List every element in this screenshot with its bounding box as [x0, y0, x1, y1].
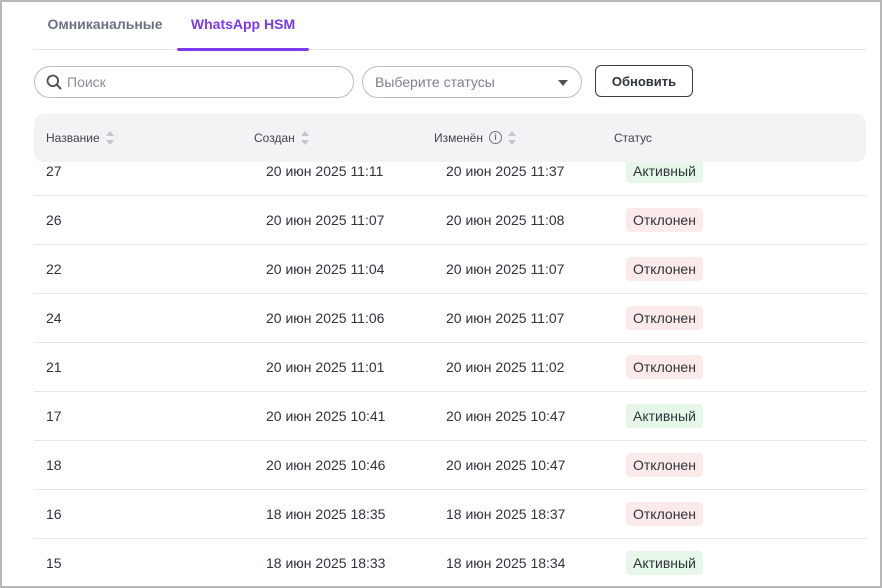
tab-whatsapp-hsm[interactable]: WhatsApp HSM [177, 2, 309, 51]
cell-name: 22 [46, 261, 62, 277]
cell-name: 27 [46, 163, 62, 179]
cell-name: 24 [46, 310, 62, 326]
search-input[interactable] [67, 71, 347, 93]
column-header-status: Статус [614, 131, 652, 145]
table-row[interactable]: 17 20 июн 2025 10:41 20 июн 2025 10:47 А… [34, 392, 866, 441]
table-row[interactable]: 24 20 июн 2025 11:06 20 июн 2025 11:07 О… [34, 294, 866, 343]
cell-modified: 20 июн 2025 10:47 [446, 408, 566, 424]
search-icon [46, 74, 62, 90]
status-select[interactable]: Выберите статусы [362, 66, 582, 98]
sort-icon[interactable] [300, 130, 309, 145]
cell-modified: 18 июн 2025 18:37 [446, 506, 566, 522]
status-badge: Отклонен [626, 355, 703, 379]
cell-created: 20 июн 2025 10:41 [266, 408, 386, 424]
cell-name: 15 [46, 555, 62, 571]
app-window: Омниканальные WhatsApp HSM Выберите стат… [0, 0, 882, 588]
column-header-label: Создан [254, 131, 295, 145]
cell-created: 20 июн 2025 10:46 [266, 457, 386, 473]
cell-modified: 20 июн 2025 10:47 [446, 457, 566, 473]
status-badge: Отклонен [626, 453, 703, 477]
cell-created: 18 июн 2025 18:35 [266, 506, 386, 522]
cell-modified: 20 июн 2025 11:02 [446, 359, 565, 375]
cell-name: 26 [46, 212, 62, 228]
cell-modified: 18 июн 2025 18:34 [446, 555, 566, 571]
status-select-placeholder: Выберите статусы [375, 74, 495, 90]
cell-modified: 20 июн 2025 11:37 [446, 163, 565, 179]
cell-created: 20 июн 2025 11:01 [266, 359, 385, 375]
table-row[interactable]: 18 20 июн 2025 10:46 20 июн 2025 10:47 О… [34, 441, 866, 490]
table-body: 27 20 июн 2025 11:11 20 июн 2025 11:37 А… [34, 147, 866, 586]
status-badge: Отклонен [626, 306, 703, 330]
status-badge: Отклонен [626, 208, 703, 232]
tab-omnichannel[interactable]: Омниканальные [34, 2, 176, 50]
info-icon[interactable]: i [488, 131, 502, 145]
status-badge: Активный [626, 404, 703, 428]
tab-bar: Омниканальные WhatsApp HSM [34, 2, 866, 51]
cell-created: 20 июн 2025 11:11 [266, 163, 384, 179]
table-header: Название Создан Изменён i Статус [34, 114, 866, 162]
cell-created: 20 июн 2025 11:07 [266, 212, 385, 228]
status-badge: Активный [626, 551, 703, 575]
cell-created: 18 июн 2025 18:33 [266, 555, 386, 571]
sort-icon[interactable] [507, 130, 516, 145]
table-row[interactable]: 16 18 июн 2025 18:35 18 июн 2025 18:37 О… [34, 490, 866, 539]
cell-name: 18 [46, 457, 62, 473]
sort-icon[interactable] [105, 130, 114, 145]
column-header-label: Статус [614, 131, 652, 145]
column-header-name[interactable]: Название [46, 130, 114, 146]
status-badge: Отклонен [626, 257, 703, 281]
cell-modified: 20 июн 2025 11:07 [446, 261, 565, 277]
status-badge: Отклонен [626, 502, 703, 526]
table-row[interactable]: 26 20 июн 2025 11:07 20 июн 2025 11:08 О… [34, 196, 866, 245]
cell-name: 17 [46, 408, 62, 424]
search-box[interactable] [34, 66, 354, 98]
cell-modified: 20 июн 2025 11:08 [446, 212, 565, 228]
table-row[interactable]: 21 20 июн 2025 11:01 20 июн 2025 11:02 О… [34, 343, 866, 392]
refresh-button[interactable]: Обновить [595, 65, 693, 97]
table-row[interactable]: 15 18 июн 2025 18:33 18 июн 2025 18:34 А… [34, 539, 866, 586]
status-badge: Активный [626, 159, 703, 183]
column-header-label: Изменён [434, 131, 483, 145]
cell-created: 20 июн 2025 11:06 [266, 310, 385, 326]
chevron-down-icon [558, 80, 568, 86]
cell-created: 20 июн 2025 11:04 [266, 261, 385, 277]
templates-table: Название Создан Изменён i Статус 27 20 ию… [34, 114, 866, 586]
column-header-created[interactable]: Создан [254, 130, 309, 146]
column-header-modified[interactable]: Изменён i [434, 130, 516, 146]
cell-name: 16 [46, 506, 62, 522]
column-header-label: Название [46, 131, 100, 145]
table-row[interactable]: 22 20 июн 2025 11:04 20 июн 2025 11:07 О… [34, 245, 866, 294]
cell-name: 21 [46, 359, 62, 375]
cell-modified: 20 июн 2025 11:07 [446, 310, 565, 326]
